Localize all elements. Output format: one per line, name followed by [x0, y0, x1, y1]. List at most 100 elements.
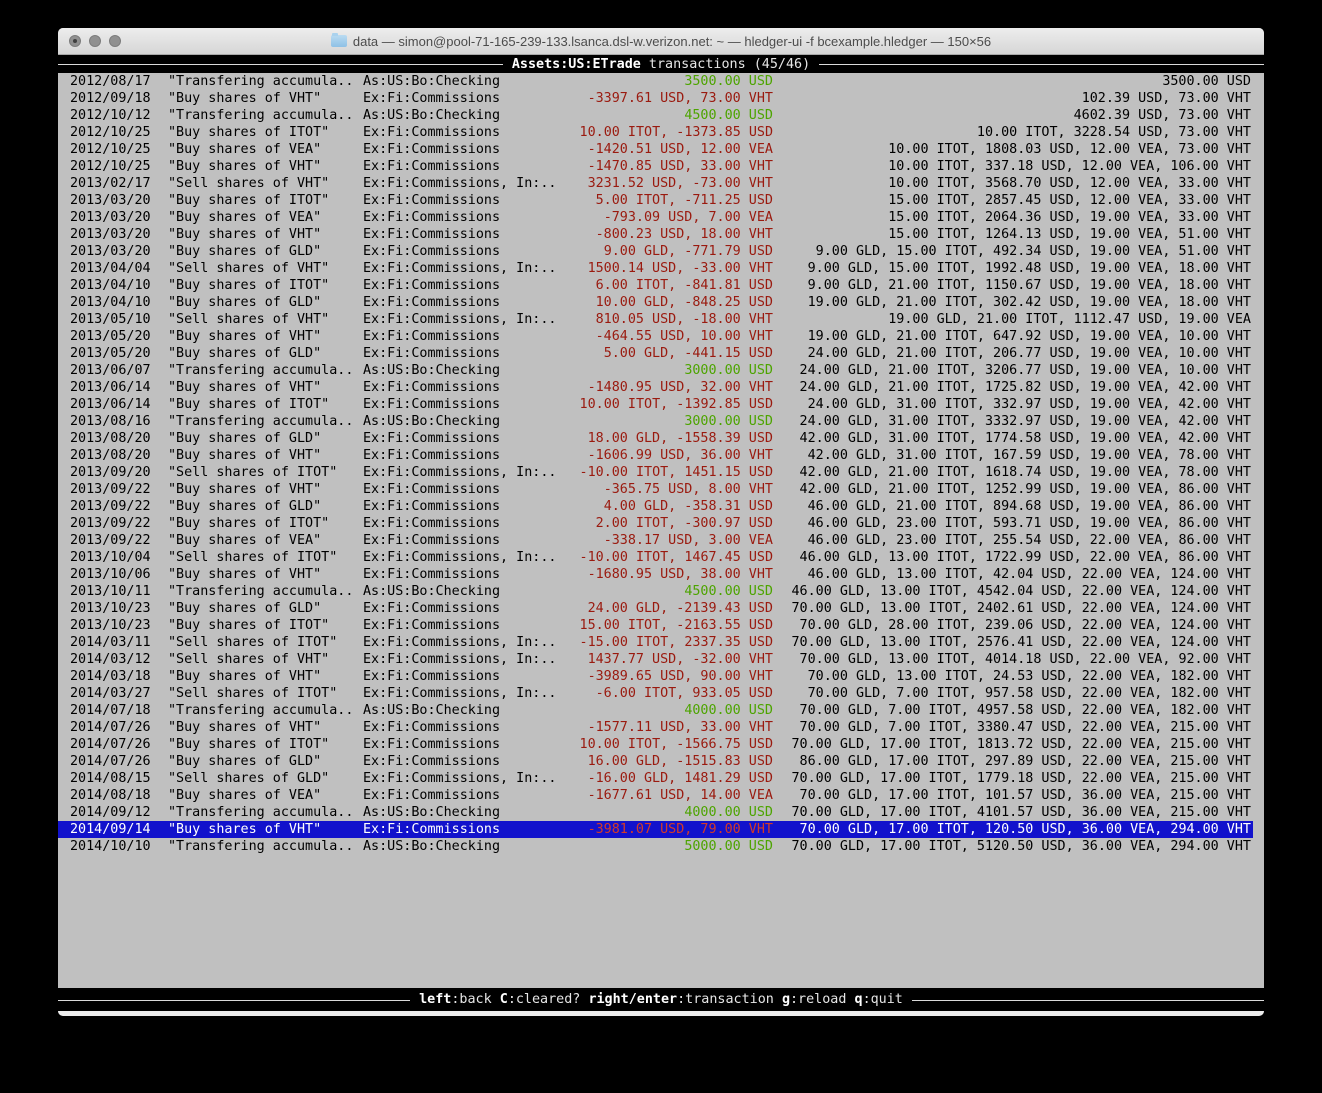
transaction-row[interactable]: 2012/10/12"Transfering accumula..As:US:B…	[58, 107, 1253, 124]
transaction-row[interactable]: 2014/08/15"Sell shares of GLD"Ex:Fi:Comm…	[58, 770, 1253, 787]
transaction-change-amount: 24.00 GLD, -2139.43 USD	[563, 600, 773, 617]
transaction-row[interactable]: 2013/09/20"Sell shares of ITOT"Ex:Fi:Com…	[58, 464, 1253, 481]
transaction-row[interactable]: 2014/10/10"Transfering accumula..As:US:B…	[58, 838, 1253, 855]
transaction-change-amount: -1606.99 USD, 36.00 VHT	[563, 447, 773, 464]
transaction-date: 2013/10/06	[70, 566, 168, 583]
transaction-description: "Transfering accumula..	[168, 804, 363, 821]
transaction-change-amount: 3500.00 USD	[563, 73, 773, 90]
transaction-change-amount: 5000.00 USD	[563, 838, 773, 855]
transaction-description: "Buy shares of ITOT"	[168, 124, 363, 141]
transaction-account: Ex:Fi:Commissions	[363, 753, 563, 770]
transaction-date: 2012/09/18	[70, 90, 168, 107]
transaction-row[interactable]: 2013/04/10"Buy shares of GLD"Ex:Fi:Commi…	[58, 294, 1253, 311]
transaction-running-balance: 70.00 GLD, 17.00 ITOT, 4101.57 USD, 36.0…	[773, 804, 1251, 821]
transaction-running-balance: 70.00 GLD, 17.00 ITOT, 5120.50 USD, 36.0…	[773, 838, 1251, 855]
transaction-description: "Buy shares of VHT"	[168, 379, 363, 396]
transaction-change-amount: 4500.00 USD	[563, 583, 773, 600]
transaction-row[interactable]: 2013/10/06"Buy shares of VHT"Ex:Fi:Commi…	[58, 566, 1253, 583]
transaction-row[interactable]: 2013/02/17"Sell shares of VHT"Ex:Fi:Comm…	[58, 175, 1253, 192]
transaction-row[interactable]: 2013/08/20"Buy shares of GLD"Ex:Fi:Commi…	[58, 430, 1253, 447]
transaction-row[interactable]: 2014/07/18"Transfering accumula..As:US:B…	[58, 702, 1253, 719]
transaction-change-amount: 10.00 ITOT, -1392.85 USD	[563, 396, 773, 413]
help-action: :cleared?	[508, 992, 581, 1007]
transaction-row[interactable]: 2014/09/12"Transfering accumula..As:US:B…	[58, 804, 1253, 821]
transaction-row[interactable]: 2012/10/25"Buy shares of VHT"Ex:Fi:Commi…	[58, 158, 1253, 175]
register-header-label: Assets:US:ETrade transactions (45/46)	[503, 56, 819, 73]
transaction-date: 2014/03/27	[70, 685, 168, 702]
transaction-row[interactable]: 2013/10/23"Buy shares of GLD"Ex:Fi:Commi…	[58, 600, 1253, 617]
transaction-running-balance: 46.00 GLD, 13.00 ITOT, 42.04 USD, 22.00 …	[773, 566, 1251, 583]
transaction-date: 2013/05/20	[70, 345, 168, 362]
transaction-description: "Sell shares of ITOT"	[168, 685, 363, 702]
transaction-description: "Transfering accumula..	[168, 413, 363, 430]
transaction-row[interactable]: 2013/09/22"Buy shares of VHT"Ex:Fi:Commi…	[58, 481, 1253, 498]
transaction-description: "Sell shares of ITOT"	[168, 549, 363, 566]
transaction-description: "Buy shares of ITOT"	[168, 396, 363, 413]
transaction-row[interactable]: 2014/07/26"Buy shares of GLD"Ex:Fi:Commi…	[58, 753, 1253, 770]
transaction-row[interactable]: 2013/08/20"Buy shares of VHT"Ex:Fi:Commi…	[58, 447, 1253, 464]
transaction-description: "Sell shares of VHT"	[168, 175, 363, 192]
transaction-row[interactable]: 2014/07/26"Buy shares of ITOT"Ex:Fi:Comm…	[58, 736, 1253, 753]
transaction-account: Ex:Fi:Commissions, In:..	[363, 175, 563, 192]
transaction-row[interactable]: 2013/09/22"Buy shares of ITOT"Ex:Fi:Comm…	[58, 515, 1253, 532]
transaction-row[interactable]: 2013/10/11"Transfering accumula..As:US:B…	[58, 583, 1253, 600]
transaction-running-balance: 24.00 GLD, 21.00 ITOT, 3206.77 USD, 19.0…	[773, 362, 1251, 379]
transaction-row[interactable]: 2013/06/14"Buy shares of ITOT"Ex:Fi:Comm…	[58, 396, 1253, 413]
transaction-date: 2013/06/14	[70, 396, 168, 413]
transaction-row[interactable]: 2013/06/07"Transfering accumula..As:US:B…	[58, 362, 1253, 379]
transaction-row[interactable]: 2012/10/25"Buy shares of VEA"Ex:Fi:Commi…	[58, 141, 1253, 158]
transaction-row[interactable]: 2013/09/22"Buy shares of GLD"Ex:Fi:Commi…	[58, 498, 1253, 515]
transaction-row[interactable]: 2013/05/10"Sell shares of VHT"Ex:Fi:Comm…	[58, 311, 1253, 328]
close-button[interactable]	[69, 35, 81, 47]
transaction-row[interactable]: 2014/08/18"Buy shares of VEA"Ex:Fi:Commi…	[58, 787, 1253, 804]
transaction-row[interactable]: 2013/03/20"Buy shares of GLD"Ex:Fi:Commi…	[58, 243, 1253, 260]
transaction-row[interactable]: 2013/03/20"Buy shares of VEA"Ex:Fi:Commi…	[58, 209, 1253, 226]
transaction-change-amount: -3397.61 USD, 73.00 VHT	[563, 90, 773, 107]
transaction-row[interactable]: 2013/03/20"Buy shares of ITOT"Ex:Fi:Comm…	[58, 192, 1253, 209]
transaction-account: As:US:Bo:Checking	[363, 107, 563, 124]
transaction-row[interactable]: 2013/09/22"Buy shares of VEA"Ex:Fi:Commi…	[58, 532, 1253, 549]
transaction-account: Ex:Fi:Commissions	[363, 736, 563, 753]
transaction-row[interactable]: 2014/03/27"Sell shares of ITOT"Ex:Fi:Com…	[58, 685, 1253, 702]
transaction-change-amount: 810.05 USD, -18.00 VHT	[563, 311, 773, 328]
window-titlebar[interactable]: data — simon@pool-71-165-239-133.lsanca.…	[58, 28, 1264, 55]
transaction-change-amount: 10.00 GLD, -848.25 USD	[563, 294, 773, 311]
transaction-change-amount: 3231.52 USD, -73.00 VHT	[563, 175, 773, 192]
transaction-description: "Buy shares of VEA"	[168, 787, 363, 804]
transaction-row[interactable]: 2013/05/20"Buy shares of VHT"Ex:Fi:Commi…	[58, 328, 1253, 345]
transaction-account: As:US:Bo:Checking	[363, 838, 563, 855]
transaction-row[interactable]: 2013/06/14"Buy shares of VHT"Ex:Fi:Commi…	[58, 379, 1253, 396]
transaction-date: 2013/10/04	[70, 549, 168, 566]
transaction-running-balance: 3500.00 USD	[773, 73, 1251, 90]
minimize-button[interactable]	[89, 35, 101, 47]
transaction-row[interactable]: 2013/08/16"Transfering accumula..As:US:B…	[58, 413, 1253, 430]
transaction-change-amount: -3989.65 USD, 90.00 VHT	[563, 668, 773, 685]
transaction-row[interactable]: 2014/07/26"Buy shares of VHT"Ex:Fi:Commi…	[58, 719, 1253, 736]
transaction-date: 2012/10/25	[70, 124, 168, 141]
transaction-description: "Buy shares of VHT"	[168, 668, 363, 685]
transaction-description: "Sell shares of GLD"	[168, 770, 363, 787]
transaction-row[interactable]: 2012/09/18"Buy shares of VHT"Ex:Fi:Commi…	[58, 90, 1253, 107]
transaction-description: "Buy shares of VEA"	[168, 532, 363, 549]
transaction-change-amount: -800.23 USD, 18.00 VHT	[563, 226, 773, 243]
transaction-row[interactable]: 2014/09/14"Buy shares of VHT"Ex:Fi:Commi…	[58, 821, 1253, 838]
transaction-row[interactable]: 2012/08/17"Transfering accumula..As:US:B…	[58, 73, 1253, 90]
zoom-button[interactable]	[109, 35, 121, 47]
transaction-change-amount: -15.00 ITOT, 2337.35 USD	[563, 634, 773, 651]
transaction-row[interactable]: 2013/04/10"Buy shares of ITOT"Ex:Fi:Comm…	[58, 277, 1253, 294]
traffic-lights	[69, 28, 121, 54]
transaction-row[interactable]: 2014/03/11"Sell shares of ITOT"Ex:Fi:Com…	[58, 634, 1253, 651]
transaction-change-amount: -338.17 USD, 3.00 VEA	[563, 532, 773, 549]
transaction-row[interactable]: 2013/10/23"Buy shares of ITOT"Ex:Fi:Comm…	[58, 617, 1253, 634]
transaction-row[interactable]: 2012/10/25"Buy shares of ITOT"Ex:Fi:Comm…	[58, 124, 1253, 141]
transaction-account: Ex:Fi:Commissions	[363, 209, 563, 226]
transaction-row[interactable]: 2014/03/18"Buy shares of VHT"Ex:Fi:Commi…	[58, 668, 1253, 685]
transaction-date: 2013/08/16	[70, 413, 168, 430]
transaction-change-amount: -10.00 ITOT, 1451.15 USD	[563, 464, 773, 481]
transaction-row[interactable]: 2013/03/20"Buy shares of VHT"Ex:Fi:Commi…	[58, 226, 1253, 243]
transaction-row[interactable]: 2014/03/12"Sell shares of VHT"Ex:Fi:Comm…	[58, 651, 1253, 668]
transaction-row[interactable]: 2013/10/04"Sell shares of ITOT"Ex:Fi:Com…	[58, 549, 1253, 566]
transaction-date: 2013/03/20	[70, 192, 168, 209]
transaction-row[interactable]: 2013/05/20"Buy shares of GLD"Ex:Fi:Commi…	[58, 345, 1253, 362]
transaction-row[interactable]: 2013/04/04"Sell shares of VHT"Ex:Fi:Comm…	[58, 260, 1253, 277]
